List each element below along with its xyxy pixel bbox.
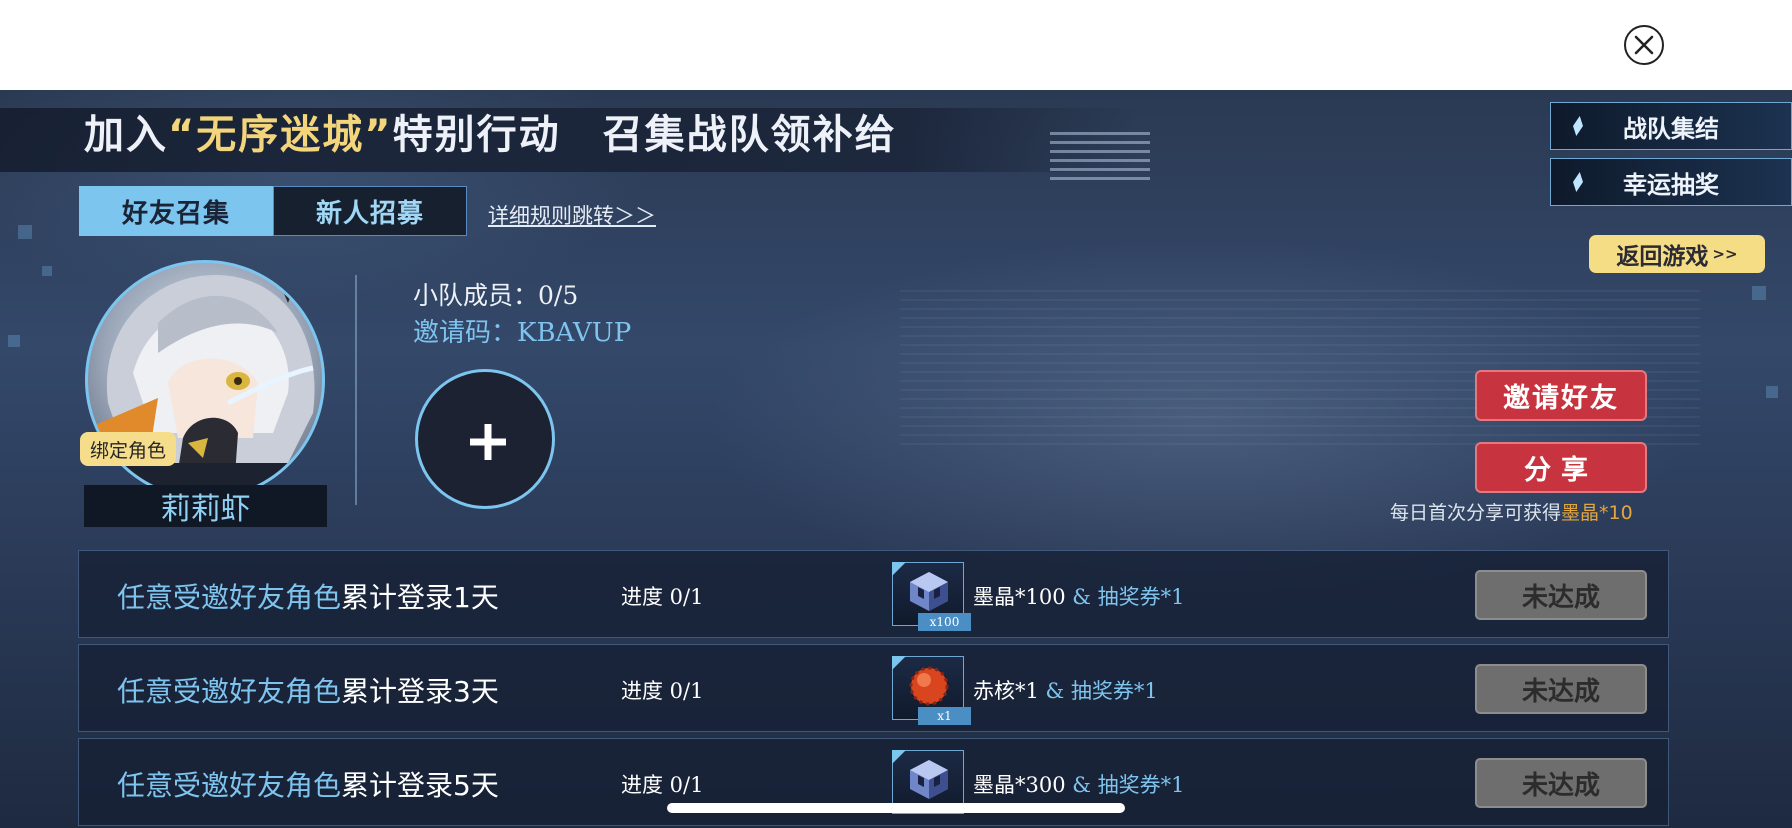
plus-icon [470,424,506,460]
task-row: 任意受邀好友角色累计登录1天 进度 0/1 x100 墨晶*100 & 抽奖券*… [78,550,1669,638]
reward-item[interactable]: x100 [892,562,971,631]
task-title-highlight: 任意受邀好友角色 [117,769,342,802]
decor-square [42,266,52,276]
squad-members: 小队成员：0/5 [413,276,578,312]
reward-main: 墨晶*300 [973,773,1066,797]
task-progress: 进度 0/1 [621,585,704,609]
reward-text: 墨晶*100 & 抽奖券*1 [973,581,1185,611]
crystal-cube-icon [910,572,948,611]
event-title-quoted: “无序迷城” [168,112,393,158]
reward-extra: & 抽奖券*1 [1065,773,1185,797]
diamond-icon [1571,116,1585,136]
bind-character-badge[interactable]: 绑定角色 [80,432,177,466]
task-status-button[interactable]: 未达成 [1475,758,1647,808]
task-progress: 进度 0/1 [621,679,704,703]
reward-extra: & 抽奖券*1 [1065,585,1185,609]
red-core-icon [909,666,949,706]
event-title-part2: 特别行动 召集战队领补给 [392,112,897,158]
task-title-rest: 累计登录5天 [341,769,499,802]
tab-new-recruit[interactable]: 新人招募 [273,186,467,236]
share-note: 每日首次分享可获得墨晶*10 [1390,498,1633,525]
tab-friend-summon[interactable]: 好友召集 [79,186,273,236]
reward-item[interactable]: x1 [892,656,971,725]
squad-members-value: 0/5 [538,281,579,310]
diamond-icon [1571,172,1585,192]
share-note-text: 每日首次分享可获得 [1390,502,1562,524]
crystal-cube-icon [910,760,948,799]
team-assemble-button[interactable]: 战队集结 [1550,102,1792,150]
task-title-rest: 累计登录3天 [341,675,499,708]
squad-members-label: 小队成员： [413,281,539,310]
top-bar [0,0,1792,90]
event-title: 加入“无序迷城”特别行动 召集战队领补给 [84,110,897,160]
task-row: 任意受邀好友角色累计登录3天 进度 0/1 x1 赤核*1 & 抽奖券*1 未达… [78,644,1669,732]
lucky-draw-label: 幸运抽奖 [1623,170,1719,199]
rules-link[interactable]: 详细规则跳转＞＞ [488,200,656,230]
home-indicator[interactable] [667,803,1125,813]
task-status-button[interactable]: 未达成 [1475,664,1647,714]
task-title: 任意受邀好友角色累计登录5天 [117,764,499,804]
invite-code-value: KBAVUP [517,318,632,348]
reward-quantity: x1 [918,707,971,725]
reward-main: 赤核*1 [973,679,1039,703]
reward-text: 墨晶*300 & 抽奖券*1 [973,769,1185,799]
team-assemble-label: 战队集结 [1623,114,1719,143]
reward-main: 墨晶*100 [973,585,1066,609]
task-title-highlight: 任意受邀好友角色 [117,581,342,614]
task-title: 任意受邀好友角色累计登录3天 [117,670,499,710]
task-progress: 进度 0/1 [621,773,704,797]
event-title-part1: 加入 [84,112,168,158]
decor-square [8,335,20,347]
reward-text: 赤核*1 & 抽奖券*1 [973,675,1158,705]
return-game-button[interactable]: 返回游戏 >> [1589,235,1765,273]
return-game-arrows: >> [1712,245,1738,263]
character-name: 莉莉虾 [84,485,327,527]
task-status-button[interactable]: 未达成 [1475,570,1647,620]
close-icon[interactable] [1624,25,1664,65]
invite-code-label: 邀请码： [413,318,518,348]
event-panel: 加入“无序迷城”特别行动 召集战队领补给 好友召集 新人招募 详细规则跳转＞＞ … [0,90,1792,828]
banner-stripes [1050,132,1150,182]
return-game-label: 返回游戏 [1616,244,1709,270]
add-member-button[interactable] [415,369,555,509]
lucky-draw-button[interactable]: 幸运抽奖 [1550,158,1792,206]
task-title-highlight: 任意受邀好友角色 [117,675,342,708]
reward-extra: & 抽奖券*1 [1038,679,1158,703]
task-title: 任意受邀好友角色累计登录1天 [117,576,499,616]
decor-square [1766,386,1778,398]
decor-square [1752,286,1766,300]
invite-friend-button[interactable]: 邀请好友 [1475,370,1647,421]
task-title-rest: 累计登录1天 [341,581,499,614]
divider [355,275,357,505]
share-button[interactable]: 分享 [1475,442,1647,493]
invite-code: 邀请码：KBAVUP [413,312,631,349]
decor-square [18,225,32,239]
share-note-reward: 墨晶*10 [1561,502,1633,524]
reward-quantity: x100 [918,613,971,631]
